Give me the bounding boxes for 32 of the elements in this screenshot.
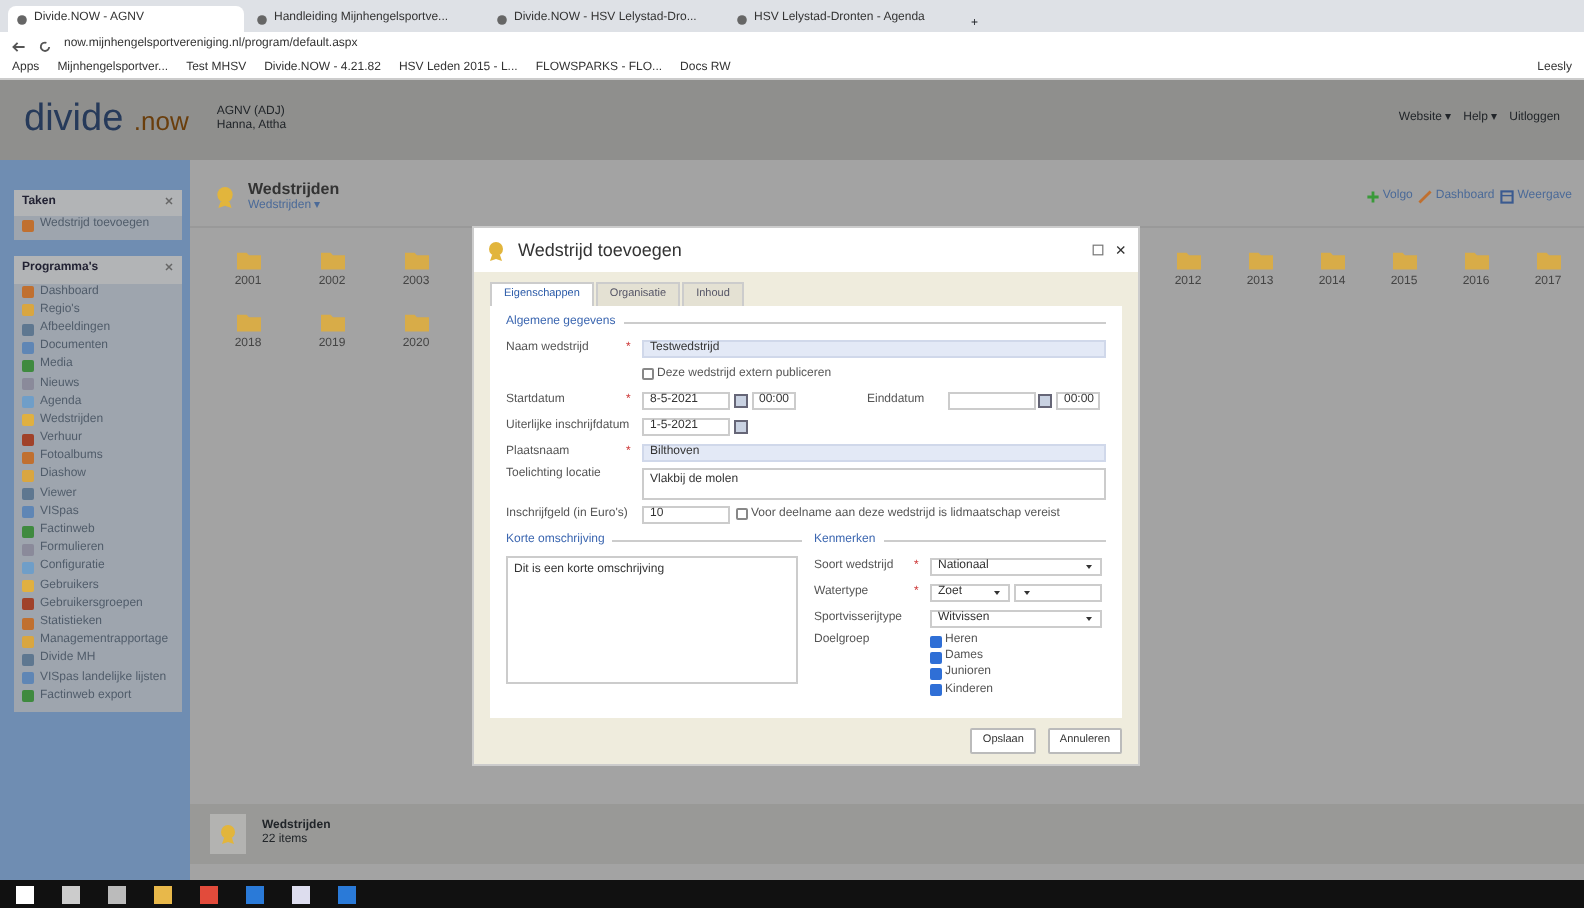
caret-icon: [1084, 561, 1094, 572]
globe-icon: [256, 13, 268, 25]
checkbox[interactable]: [930, 635, 942, 648]
page-title: Wedstrijden: [248, 180, 340, 199]
reload-icon: [38, 39, 52, 53]
medal-icon: [486, 239, 506, 261]
maximize-icon[interactable]: [1091, 244, 1104, 256]
logo: divide .now: [24, 97, 189, 143]
select-field[interactable]: [1013, 583, 1101, 602]
checkbox[interactable]: [930, 667, 942, 680]
checkbox[interactable]: [736, 508, 748, 521]
back-icon: [12, 39, 26, 53]
date-field[interactable]: [947, 391, 1035, 410]
close-button[interactable]: ×: [1115, 239, 1126, 261]
plus-icon: [1365, 189, 1380, 204]
checkbox[interactable]: [930, 684, 942, 697]
globe-icon: [16, 13, 28, 25]
calendar-icon[interactable]: [1038, 393, 1052, 408]
checkbox[interactable]: [930, 651, 942, 664]
globe-icon: [736, 13, 748, 25]
collapse-icon: [164, 262, 174, 273]
table-icon: [1500, 189, 1515, 204]
medal-icon: [218, 822, 238, 846]
caret-icon: [1021, 587, 1031, 598]
pencil-icon: [1418, 189, 1433, 204]
dialog-title: Wedstrijd toevoegen: [518, 239, 682, 261]
globe-icon: [496, 13, 508, 25]
caret-icon: [992, 587, 1002, 598]
collapse-icon: [164, 196, 174, 206]
medal-icon: [214, 183, 236, 210]
checkbox[interactable]: [642, 368, 654, 381]
caret-icon: [1084, 613, 1094, 624]
